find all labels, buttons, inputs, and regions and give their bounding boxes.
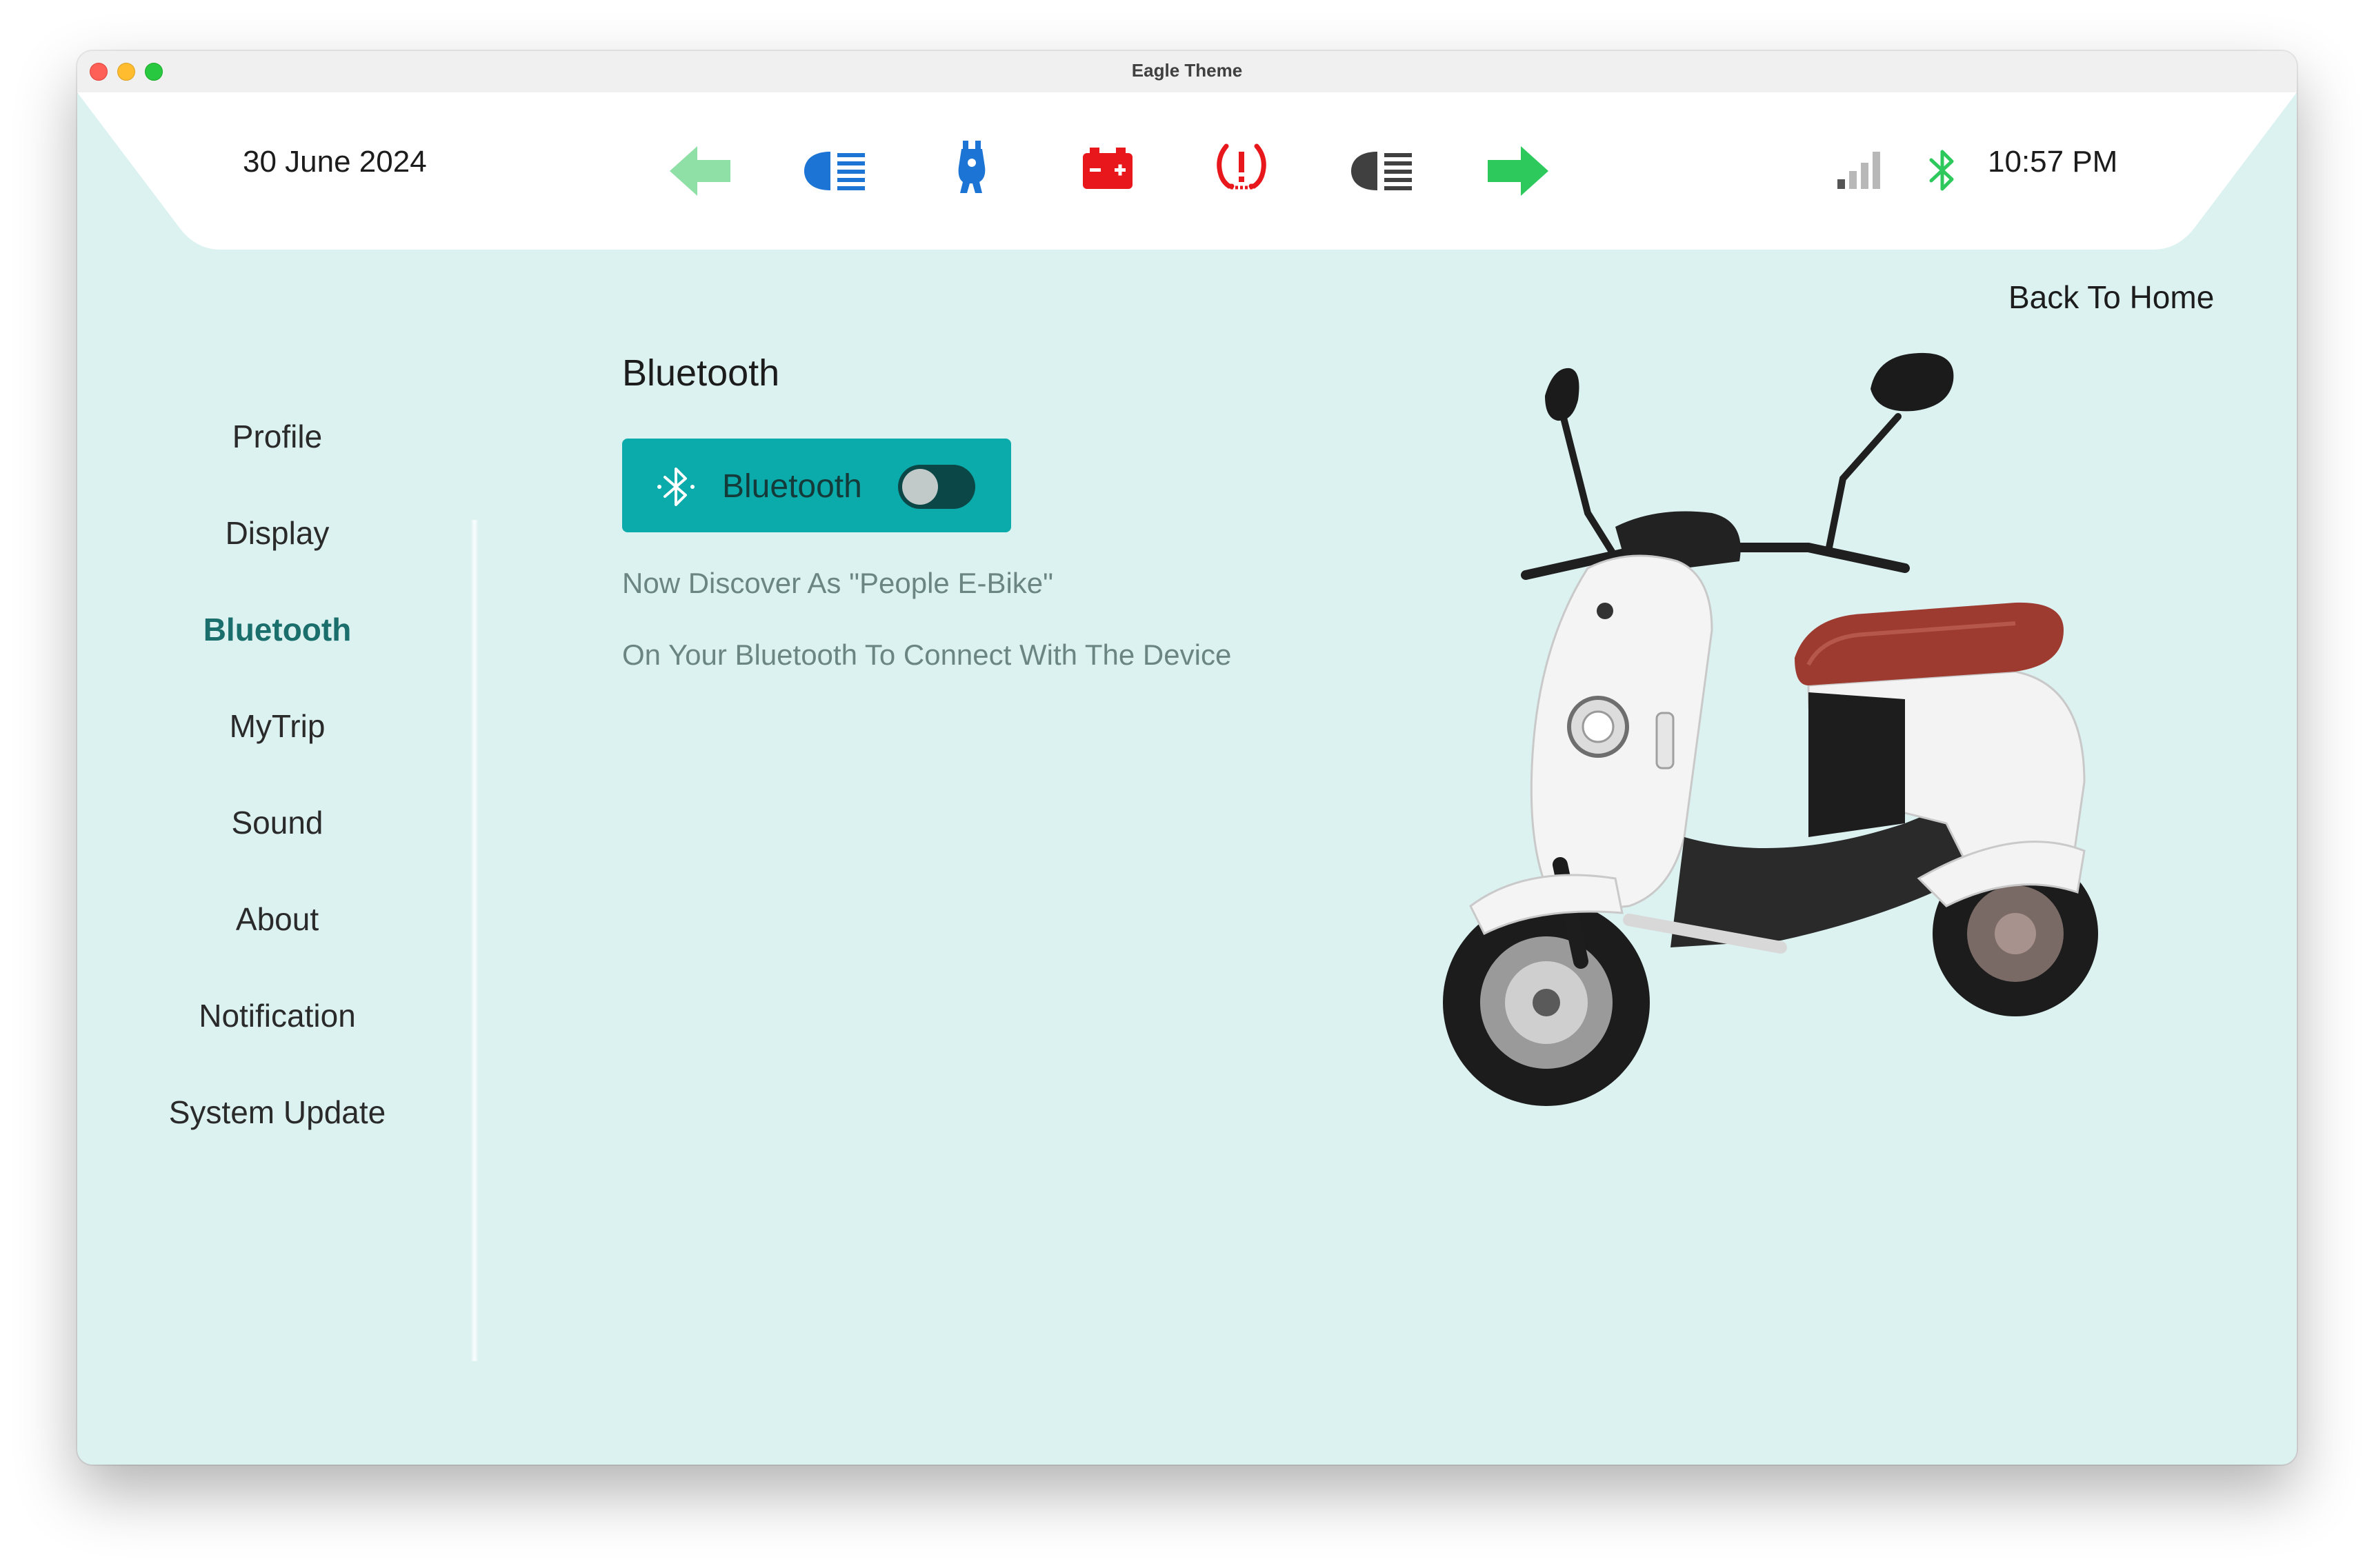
low-beam-headlight-icon [1351, 152, 1412, 190]
connect-hint-text: On Your Bluetooth To Connect With The De… [622, 639, 1232, 671]
sidebar-item-sound[interactable]: Sound [77, 804, 477, 841]
bluetooth-toggle-switch[interactable] [898, 465, 975, 509]
bluetooth-icon [657, 468, 695, 506]
status-bar-panel [77, 92, 2297, 250]
left-turn-arrow-icon [670, 146, 730, 196]
sidebar-item-about[interactable]: About [77, 901, 477, 938]
bluetooth-toggle-card[interactable]: Bluetooth [622, 439, 1011, 532]
sidebar-item-system-update[interactable]: System Update [77, 1094, 477, 1131]
sidebar-item-profile[interactable]: Profile [77, 418, 477, 455]
discover-name-text: Now Discover As "People E-Bike" [622, 567, 1054, 599]
bluetooth-card-label: Bluetooth [722, 468, 862, 505]
page-title: Bluetooth [622, 352, 780, 394]
sidebar-divider [470, 520, 479, 1361]
sidebar-item-display[interactable]: Display [77, 514, 477, 552]
battery-warning-icon [1083, 148, 1133, 189]
scooter-stand-icon [958, 141, 986, 193]
bluetooth-icon [1929, 150, 1954, 191]
signal-strength-icon [1837, 152, 1880, 189]
status-time: 10:57 PM [1988, 145, 2118, 179]
high-beam-headlight-icon [804, 152, 865, 190]
window-title: Eagle Theme [1131, 60, 1243, 81]
tire-pressure-warning-icon [1217, 143, 1266, 190]
app-window: Eagle Theme 30 June 2024 10:57 PM Back T… [77, 51, 2297, 1465]
toggle-knob [902, 469, 938, 505]
status-date: 30 June 2024 [243, 145, 427, 179]
title-bar: Eagle Theme [77, 51, 2297, 94]
sidebar-item-mytrip[interactable]: MyTrip [77, 707, 477, 745]
sidebar-item-notification[interactable]: Notification [77, 997, 477, 1034]
electric-scooter-illustration [1443, 352, 2098, 1106]
right-turn-arrow-icon [1488, 146, 1548, 196]
sidebar-item-bluetooth[interactable]: Bluetooth [77, 611, 477, 648]
back-to-home-link[interactable]: Back To Home [2008, 279, 2214, 316]
